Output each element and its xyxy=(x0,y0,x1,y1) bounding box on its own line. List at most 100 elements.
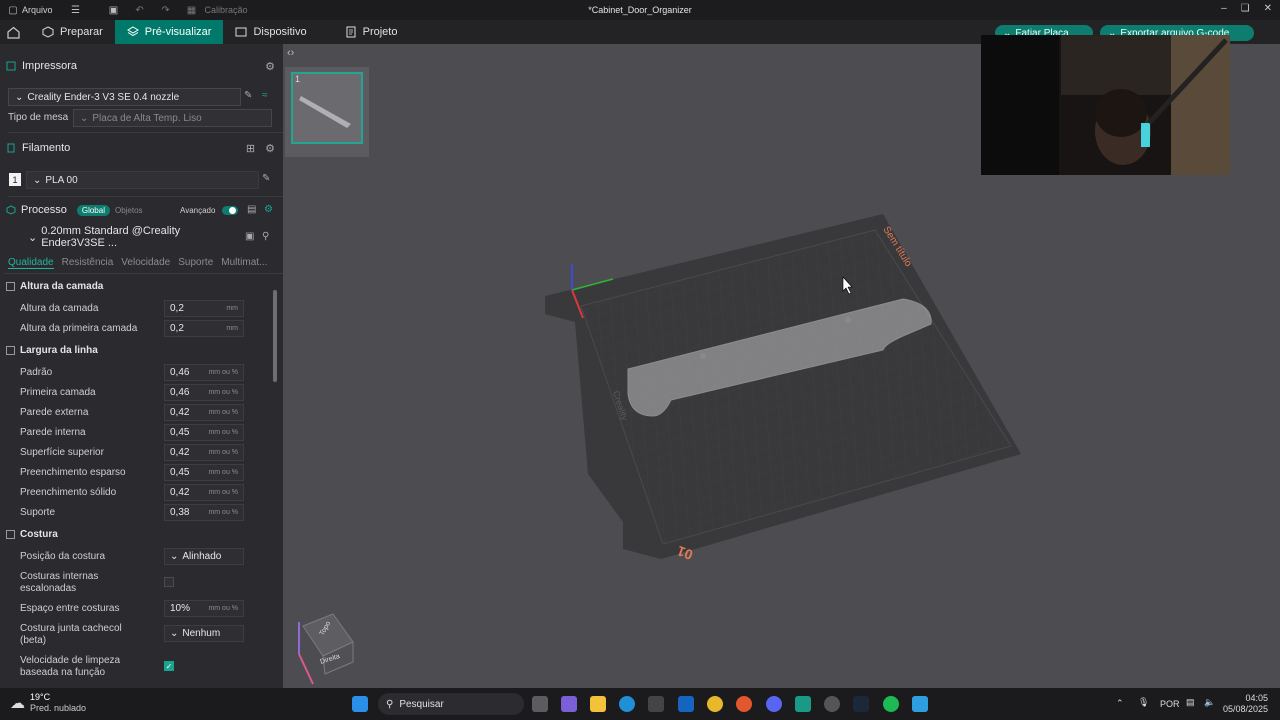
cube-icon xyxy=(42,26,54,38)
line-width-solid-infill-input[interactable]: 0,42 mm ou % xyxy=(164,484,244,501)
outlook-icon[interactable] xyxy=(678,696,694,712)
subtab-strength[interactable]: Resistência xyxy=(62,257,114,269)
process-settings-icon[interactable]: ⚙ xyxy=(264,204,273,215)
device-icon xyxy=(235,27,247,37)
line-width-support-input[interactable]: 0,38 mm ou % xyxy=(164,504,244,521)
copilot-icon[interactable] xyxy=(561,696,577,712)
store-icon[interactable] xyxy=(648,696,664,712)
save-profile-icon[interactable]: ▣ xyxy=(245,231,254,242)
add-filament-icon[interactable]: ⊞ xyxy=(246,142,255,155)
language-indicator[interactable]: POR xyxy=(1160,699,1180,709)
bed-type-select[interactable]: ⌄ Placa de Alta Temp. Liso xyxy=(73,109,272,127)
subtab-multimaterial[interactable]: Multimat... xyxy=(221,257,267,269)
line-width-first-layer-input[interactable]: 0,46 mm ou % xyxy=(164,384,244,401)
filament-header-label: Filamento xyxy=(22,142,71,154)
first-layer-height-input[interactable]: 0,2 mm xyxy=(164,320,244,337)
sidebar-scrollbar[interactable] xyxy=(273,290,277,382)
chevron-up-icon[interactable]: ⌃ xyxy=(1116,698,1124,709)
notepad-icon[interactable] xyxy=(912,696,928,712)
firefox-icon[interactable] xyxy=(736,696,752,712)
app-menu-icon[interactable]: ▢ xyxy=(6,3,20,17)
staggered-seams-checkbox[interactable] xyxy=(164,577,174,587)
line-width-sparse-infill-input[interactable]: 0,45 mm ou % xyxy=(164,464,244,481)
section-seam: Costura xyxy=(6,529,58,540)
windows-start-icon[interactable] xyxy=(352,696,368,712)
line-width-top-surface-input[interactable]: 0,42 mm ou % xyxy=(164,444,244,461)
microphone-icon[interactable]: 🎙 xyxy=(1138,697,1149,708)
setting-value: Nenhum xyxy=(182,628,221,639)
weather-temp: 19°C xyxy=(30,692,51,702)
close-icon[interactable]: ✕ xyxy=(1264,3,1272,14)
bed-type-value: Placa de Alta Temp. Liso xyxy=(92,112,202,124)
edit-filament-icon[interactable]: ✎ xyxy=(262,173,270,184)
tab-device[interactable]: Dispositivo xyxy=(223,20,318,44)
divider xyxy=(4,273,283,274)
edge-icon[interactable] xyxy=(619,696,635,712)
home-button[interactable] xyxy=(0,20,26,44)
wifi-icon[interactable]: ≈ xyxy=(262,90,268,101)
filament-select[interactable]: ⌄ PLA 00 xyxy=(26,171,259,189)
subtab-support[interactable]: Suporte xyxy=(178,257,213,269)
volume-icon[interactable]: 🔈 xyxy=(1204,697,1215,708)
setting-label: Costuras internas xyxy=(20,571,99,582)
printer-section-header: Impressora ⚙ xyxy=(0,50,283,82)
slicer-app-icon[interactable] xyxy=(795,696,811,712)
printer-select[interactable]: ⌄ Creality Ender-3 V3 SE 0.4 nozzle xyxy=(8,88,241,106)
setting-value: 0,42 xyxy=(170,447,190,458)
save-icon[interactable]: ▣ xyxy=(107,3,121,17)
discord-icon[interactable] xyxy=(766,696,782,712)
scarf-seam-select[interactable]: ⌄ Nenhum xyxy=(164,625,244,642)
setting-unit: mm ou % xyxy=(208,369,238,376)
redo-icon[interactable]: ↷ xyxy=(159,3,173,17)
tab-prepare[interactable]: Preparar xyxy=(26,20,115,44)
advanced-toggle[interactable] xyxy=(222,206,238,215)
process-profile-select[interactable]: ⌄ 0.20mm Standard @Creality Ender3V3SE .… xyxy=(22,225,240,249)
edit-printer-icon[interactable]: ✎ xyxy=(244,90,252,101)
line-width-default-input[interactable]: 0,46 mm ou % xyxy=(164,364,244,381)
clock[interactable]: 04:05 05/08/2025 xyxy=(1222,693,1268,715)
title-bar: ▢ Arquivo ☰ ▣ ↶ ↷ ▦ Calibração *Cabinet_… xyxy=(0,0,1280,20)
filament-slot-badge: 1 xyxy=(9,173,21,186)
steam-icon[interactable] xyxy=(853,696,869,712)
printer-settings-icon[interactable]: ⚙ xyxy=(265,60,275,73)
section-title: Altura da camada xyxy=(20,281,104,292)
seam-position-select[interactable]: ⌄ Alinhado xyxy=(164,548,244,565)
tab-preview[interactable]: Pré-visualizar xyxy=(114,20,224,44)
setting-value: 0,46 xyxy=(170,367,190,378)
spotify-icon[interactable] xyxy=(883,696,899,712)
line-width-outer-wall-input[interactable]: 0,42 mm ou % xyxy=(164,404,244,421)
restore-icon[interactable]: ❏ xyxy=(1241,3,1250,14)
compare-icon[interactable]: ▤ xyxy=(247,204,256,215)
scope-global-toggle[interactable]: Global xyxy=(76,204,110,216)
line-width-inner-wall-input[interactable]: 0,45 mm ou % xyxy=(164,424,244,441)
chrome-icon[interactable] xyxy=(707,696,723,712)
undo-icon[interactable]: ↶ xyxy=(133,3,147,17)
network-icon[interactable]: ▤ xyxy=(1186,697,1195,708)
calibration-menu[interactable]: Calibração xyxy=(205,5,248,15)
calibration-icon[interactable]: ▦ xyxy=(185,3,199,17)
obs-icon[interactable] xyxy=(824,696,840,712)
wipe-speed-checkbox[interactable]: ✓ xyxy=(164,661,174,671)
filament-section-header: Filamento ⊞ ⚙ xyxy=(0,132,283,164)
file-menu[interactable]: Arquivo xyxy=(22,5,53,15)
file-explorer-icon[interactable] xyxy=(590,696,606,712)
weather-widget[interactable]: ☁ 19°C Pred. nublado xyxy=(10,692,86,714)
task-view-icon[interactable] xyxy=(532,696,548,712)
search-placeholder: Pesquisar xyxy=(399,698,444,710)
layer-height-input[interactable]: 0,2 mm xyxy=(164,300,244,317)
taskbar-search[interactable]: ⚲ Pesquisar xyxy=(378,693,524,715)
section-icon xyxy=(6,282,15,291)
subtab-quality[interactable]: Qualidade xyxy=(8,257,54,269)
subtab-speed[interactable]: Velocidade xyxy=(121,257,170,269)
filament-settings-icon[interactable]: ⚙ xyxy=(265,142,275,155)
setting-label: Superfície superior xyxy=(20,447,104,458)
setting-label: (beta) xyxy=(20,635,47,646)
setting-unit: mm ou % xyxy=(208,449,238,456)
tab-project[interactable]: Projeto xyxy=(333,20,410,44)
search-icon[interactable]: ⚲ xyxy=(262,231,269,242)
setting-unit: mm ou % xyxy=(208,409,238,416)
menu-list-icon[interactable]: ☰ xyxy=(69,3,83,17)
seam-gap-input[interactable]: 10% mm ou % xyxy=(164,600,244,617)
minimize-icon[interactable]: – xyxy=(1221,3,1227,14)
scope-objects-toggle[interactable]: Objetos xyxy=(115,206,143,215)
